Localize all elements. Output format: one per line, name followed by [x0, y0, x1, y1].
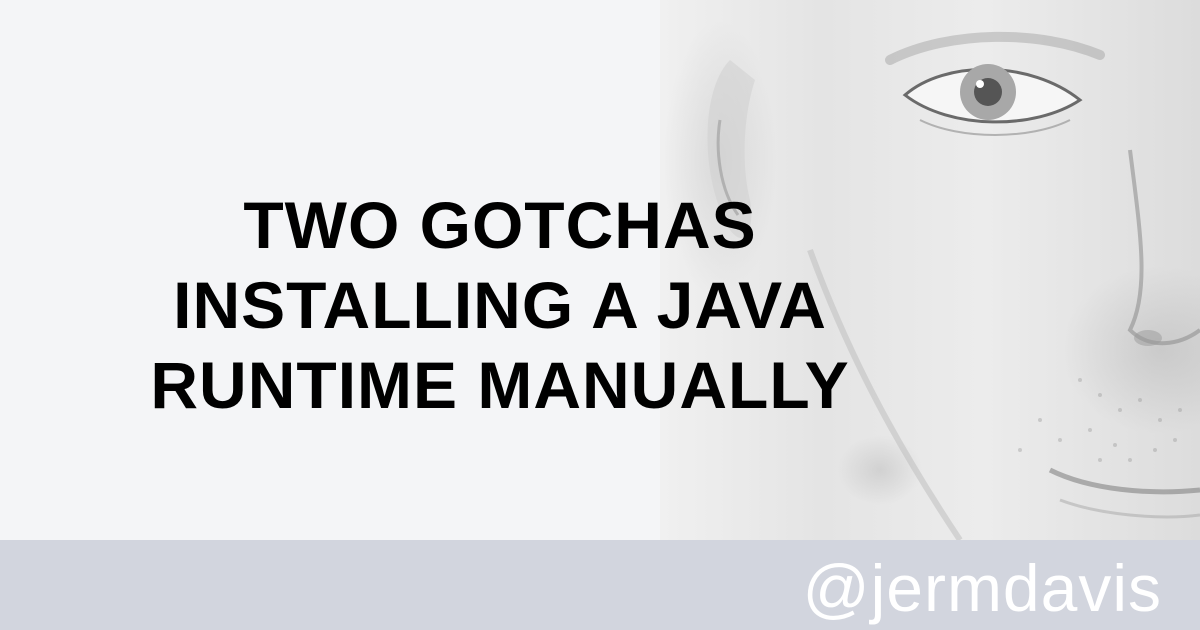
post-title-line-2: INSTALLING A JAVA [173, 268, 827, 342]
hero-banner: TWO GOTCHAS INSTALLING A JAVA RUNTIME MA… [0, 0, 1200, 540]
post-title: TWO GOTCHAS INSTALLING A JAVA RUNTIME MA… [40, 185, 960, 425]
post-title-line-1: TWO GOTCHAS [243, 188, 757, 262]
post-title-line-3: RUNTIME MANUALLY [150, 348, 850, 422]
author-handle: @jermdavis [802, 551, 1162, 625]
footer-bar: @jermdavis [0, 540, 1200, 630]
